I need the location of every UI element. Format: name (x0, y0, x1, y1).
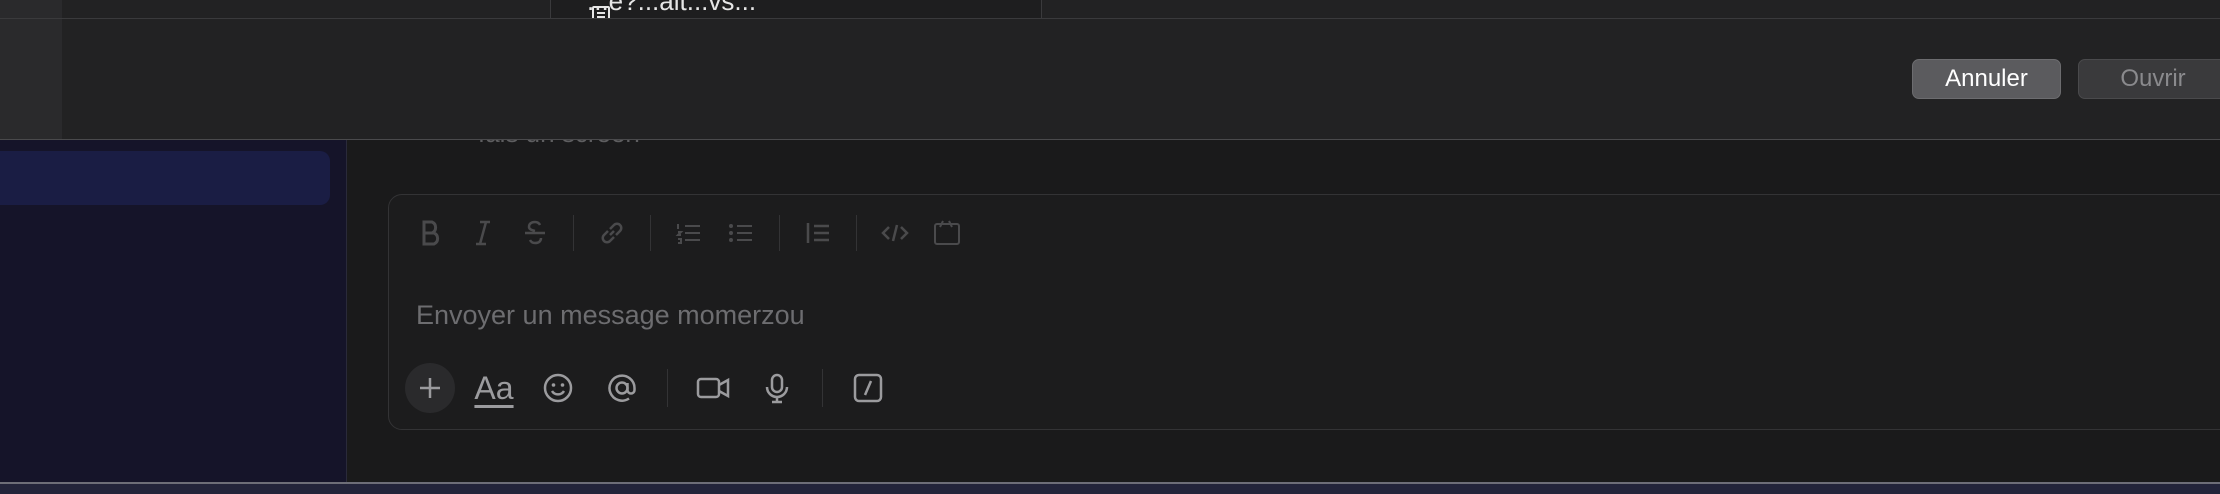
slash-command-icon (853, 373, 883, 403)
video-button[interactable] (688, 363, 738, 413)
text-format-button[interactable]: Aa (469, 363, 519, 413)
code-icon[interactable] (873, 213, 917, 253)
dialog-divider (0, 18, 2220, 19)
link-icon[interactable] (590, 213, 634, 253)
blockquote-icon[interactable] (796, 213, 840, 253)
mention-button[interactable] (597, 363, 647, 413)
bulleted-list-icon[interactable] (719, 213, 763, 253)
open-file-dialog: ...e?...alt...vs... Annuler Ouvrir (0, 0, 2220, 140)
text-format-icon: Aa (474, 369, 514, 406)
bold-icon[interactable] (409, 213, 453, 253)
audio-button[interactable] (752, 363, 802, 413)
workspace-sidebar (0, 139, 347, 482)
dialog-sidebar (0, 0, 62, 139)
message-composer: Aa (388, 194, 2220, 430)
formatting-toolbar (409, 213, 969, 253)
at-sign-icon (608, 374, 636, 402)
ordered-list-icon[interactable] (667, 213, 711, 253)
sidebar-item-selected[interactable] (0, 151, 330, 205)
toolbar-divider (650, 215, 651, 251)
composer-actions: Aa (405, 363, 893, 413)
emoji-button[interactable] (533, 363, 583, 413)
file-name: ...e?...alt...vs... (587, 0, 757, 16)
toolbar-divider (856, 215, 857, 251)
code-block-icon[interactable] (925, 213, 969, 253)
open-button[interactable]: Ouvrir (2078, 59, 2220, 99)
file-list[interactable]: ...e?...alt...vs... (550, 0, 1042, 18)
video-camera-icon (696, 377, 730, 399)
actions-divider (822, 369, 823, 407)
actions-divider (667, 369, 668, 407)
italic-icon[interactable] (461, 213, 505, 253)
toolbar-divider (779, 215, 780, 251)
attach-button[interactable] (405, 363, 455, 413)
cancel-button[interactable]: Annuler (1912, 59, 2061, 99)
message-input[interactable] (414, 294, 2018, 336)
plus-icon (420, 378, 440, 398)
toolbar-divider (573, 215, 574, 251)
microphone-icon (765, 373, 789, 404)
emoji-icon (543, 373, 573, 403)
strikethrough-icon[interactable] (513, 213, 557, 253)
window-bottom-edge (0, 482, 2220, 494)
shortcuts-button[interactable] (843, 363, 893, 413)
